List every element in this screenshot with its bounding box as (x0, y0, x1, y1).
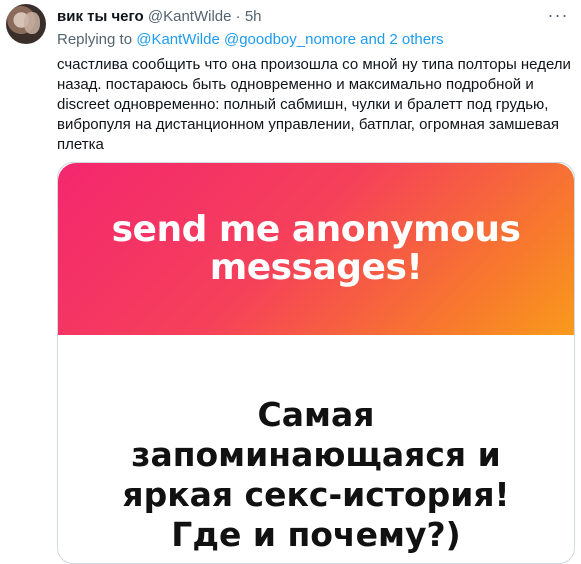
replying-prefix: Replying to (57, 31, 133, 48)
ngl-banner: send me anonymous messages! (58, 163, 574, 335)
question-text: Самая запоминающаяся и яркая секс-истори… (58, 395, 574, 555)
tweet-image[interactable]: send me anonymous messages! Самая запоми… (57, 162, 575, 564)
author-name[interactable]: вик ты чего (57, 8, 144, 25)
tweet-text: счастлива сообщить что она произошла со … (57, 56, 571, 153)
reply-mention[interactable]: @goodboy_nomore (224, 31, 356, 48)
banner-line: send me anonymous (111, 209, 521, 250)
question-line: запоминающаяся и (131, 435, 501, 474)
reply-and: and (360, 31, 386, 48)
question-line: яркая секс-история! (122, 475, 510, 514)
author-handle[interactable]: @KantWilde (148, 8, 232, 25)
banner-line: messages! (209, 247, 423, 288)
tweet: вик ты чего @KantWilde · 5h ··· Replying… (0, 0, 581, 564)
replying-to-line: Replying to @KantWilde @goodboy_nomore a… (57, 31, 444, 49)
reply-others-link[interactable]: 2 others (389, 31, 443, 48)
more-horizontal-icon[interactable]: ··· (547, 6, 569, 28)
question-line: Самая (257, 395, 375, 434)
question-line: Где и почему?) (171, 515, 461, 554)
tweet-time[interactable]: 5h (245, 8, 262, 25)
tweet-header: вик ты чего @KantWilde · 5h (57, 8, 262, 26)
header-separator: · (235, 8, 241, 25)
reply-mention[interactable]: @KantWilde (136, 31, 220, 48)
banner-text: send me anonymous messages! (58, 211, 574, 287)
avatar[interactable] (6, 4, 46, 44)
